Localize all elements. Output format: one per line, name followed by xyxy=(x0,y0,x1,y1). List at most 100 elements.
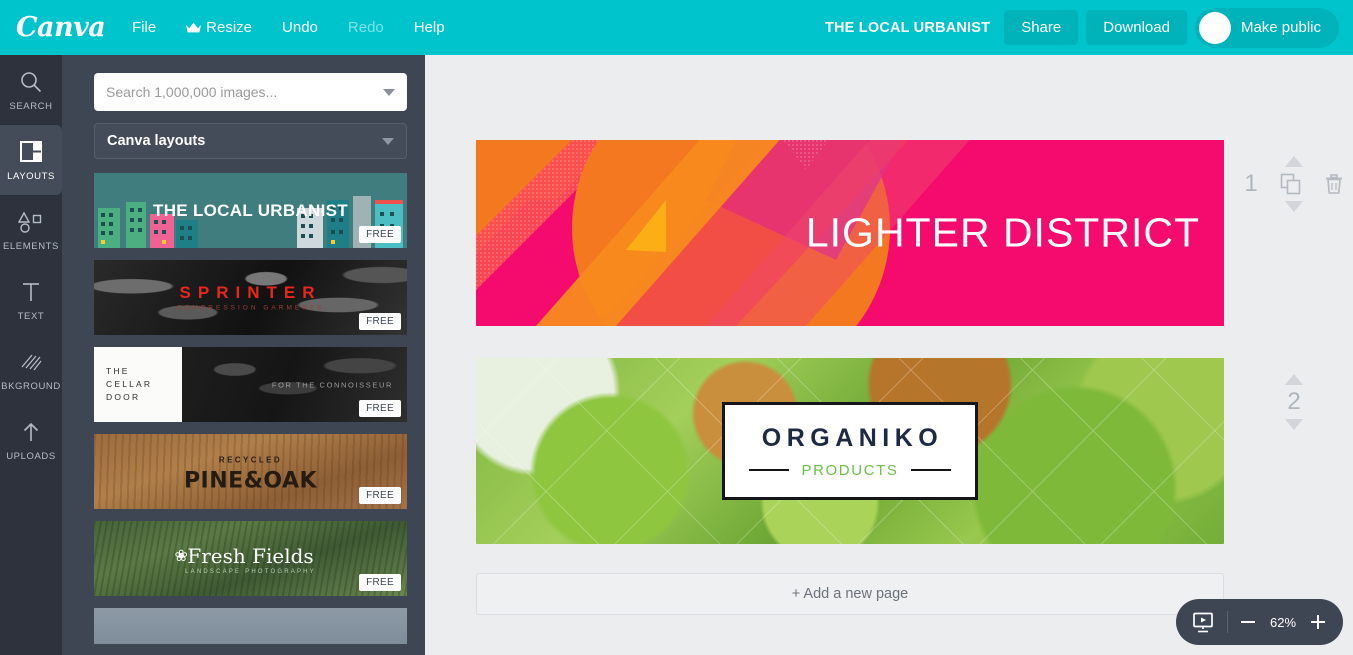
top-bar-right: THE LOCAL URBANIST Share Download Make p… xyxy=(825,7,1353,48)
sidebar-item-uploads[interactable]: UPLOADS xyxy=(0,405,62,475)
add-new-page-button[interactable]: + Add a new page xyxy=(476,573,1224,615)
thumbnail-title: SPRINTER xyxy=(179,283,322,302)
free-badge: FREE xyxy=(359,574,401,591)
thumbnail-title: Fresh Fields xyxy=(187,543,314,568)
layout-thumbnail-sprinter[interactable]: SPRINTER COMPRESSION GARMENTS FREE xyxy=(94,260,407,335)
page2-subtitle: PRODUCTS xyxy=(801,461,899,479)
toolbar-divider xyxy=(1227,611,1228,633)
sidebar-item-elements[interactable]: ELEMENTS xyxy=(0,195,62,265)
toggle-knob[interactable] xyxy=(1198,11,1231,44)
triangle-down-icon[interactable] xyxy=(1285,201,1303,212)
page-controls-2: 2 xyxy=(1233,369,1353,435)
menu-item-undo[interactable]: Undo xyxy=(270,12,330,43)
make-public-toggle[interactable]: Make public xyxy=(1194,7,1339,48)
canvas-area: LIGHTER DISTRICT 1 ORGANIKO PRODUCTS 2 +… xyxy=(425,55,1353,655)
thumbnail-title: THE LOCAL URBANIST xyxy=(153,200,348,220)
text-icon xyxy=(20,279,42,305)
elements-icon xyxy=(18,209,44,235)
layouts-panel: Canva layouts xyxy=(62,55,425,655)
sidebar-item-text[interactable]: TEXT xyxy=(0,265,62,335)
menu-item-label: Redo xyxy=(347,19,384,36)
thumbnail-title: PINE&OAK xyxy=(183,468,318,493)
page1-title[interactable]: LIGHTER DISTRICT xyxy=(806,210,1200,257)
sidebar-item-layouts[interactable]: LAYOUTS xyxy=(0,125,62,195)
page-number: 2 xyxy=(1287,388,1301,415)
menu-item-redo[interactable]: Redo xyxy=(336,12,396,43)
sidebar-item-label: ELEMENTS xyxy=(2,240,59,252)
sidebar-item-search[interactable]: SEARCH xyxy=(0,55,62,125)
minus-icon xyxy=(1241,621,1255,623)
category-section: Canva layouts xyxy=(62,111,425,159)
triangle-up-icon[interactable] xyxy=(1285,156,1303,167)
share-button[interactable]: Share xyxy=(1004,10,1079,45)
free-badge: FREE xyxy=(359,226,401,243)
sidebar-item-label: UPLOADS xyxy=(6,450,56,462)
uploads-icon xyxy=(20,419,42,445)
design-page-2[interactable]: ORGANIKO PRODUCTS xyxy=(476,358,1224,544)
menu-item-help[interactable]: Help xyxy=(402,12,457,43)
plus-icon xyxy=(1311,615,1325,629)
page2-title: ORGANIKO xyxy=(761,423,944,452)
presentation-icon[interactable] xyxy=(1192,612,1214,633)
tree-icon: ❀ xyxy=(174,547,188,565)
layout-category-select[interactable]: Canva layouts xyxy=(94,123,407,159)
canva-editor: Canva File Resize Undo Redo Help THE LOC… xyxy=(0,0,1353,655)
thumbnail-subtitle: FOR THE CONNOISSEUR xyxy=(271,380,393,389)
sidebar-item-label: LAYOUTS xyxy=(7,170,55,182)
search-section xyxy=(62,55,425,111)
trash-icon[interactable] xyxy=(1324,173,1344,195)
thumbnail-title: THE CELLAR DOOR xyxy=(106,365,153,403)
layout-thumbnail-fresh-fields[interactable]: ❀ Fresh Fields LANDSCAPE PHOTOGRAPHY FRE… xyxy=(94,521,407,596)
layout-thumbnail-recycled-pine-and-oak[interactable]: RECYCLED PINE&OAK FREE xyxy=(94,434,407,509)
document-title[interactable]: THE LOCAL URBANIST xyxy=(825,20,990,36)
page2-subtitle-row: PRODUCTS xyxy=(748,461,952,479)
design-page-1[interactable]: LIGHTER DISTRICT xyxy=(476,140,1224,326)
chevron-down-icon[interactable] xyxy=(382,137,394,145)
search-input[interactable] xyxy=(106,84,383,100)
search-icon xyxy=(20,69,42,95)
zoom-in-button[interactable] xyxy=(1311,615,1325,629)
sidebar-item-label: SEARCH xyxy=(9,100,53,112)
search-box[interactable] xyxy=(94,73,407,111)
download-button[interactable]: Download xyxy=(1086,10,1187,45)
layout-thumbnail-the-local-urbanist[interactable]: THE LOCAL URBANIST FREE xyxy=(94,173,407,248)
rule-left xyxy=(748,469,789,471)
sidebar-item-background[interactable]: BKGROUND xyxy=(0,335,62,405)
layout-thumbnail-partial[interactable] xyxy=(94,608,407,644)
zoom-toolbar: 62% xyxy=(1176,599,1343,645)
menu-item-label: File xyxy=(132,19,157,36)
make-public-label: Make public xyxy=(1240,19,1321,36)
free-badge: FREE xyxy=(359,487,401,504)
chevron-down-icon[interactable] xyxy=(383,88,395,96)
thumbnail-subtitle: COMPRESSION GARMENTS xyxy=(176,304,325,312)
page-controls-row: 2 xyxy=(1233,390,1353,414)
panel-bottom-strip xyxy=(0,645,425,655)
left-rail: SEARCH LAYOUTS ELEMENTS TEXT BKGROUND UP… xyxy=(0,55,62,655)
layout-thumbnail-list: THE LOCAL URBANIST FREE SPRINTER COMPRES… xyxy=(62,159,425,644)
thumbnail-subtitle: RECYCLED xyxy=(218,455,283,464)
zoom-out-button[interactable] xyxy=(1241,621,1255,623)
copy-icon[interactable] xyxy=(1280,173,1302,195)
page-controls-row: 1 xyxy=(1233,172,1353,196)
menu-item-file[interactable]: File xyxy=(120,12,168,43)
thumbnail-subtitle: LANDSCAPE PHOTOGRAPHY xyxy=(185,569,316,575)
sidebar-item-label: BKGROUND xyxy=(1,380,61,392)
layout-thumbnail-the-cellar-door[interactable]: THE CELLAR DOOR FOR THE CONNOISSEUR FREE xyxy=(94,347,407,422)
menu-item-resize[interactable]: Resize xyxy=(174,12,264,43)
free-badge: FREE xyxy=(359,400,401,417)
background-icon xyxy=(20,349,42,375)
zoom-level[interactable]: 62% xyxy=(1268,615,1298,630)
menu-item-label: Help xyxy=(413,19,445,36)
menu-item-label: Resize xyxy=(206,19,253,36)
canva-logo[interactable]: Canva xyxy=(16,12,106,43)
page-controls-1: 1 xyxy=(1233,151,1353,217)
main-menu: File Resize Undo Redo Help xyxy=(120,12,457,43)
free-badge: FREE xyxy=(359,313,401,330)
crown-icon xyxy=(186,22,202,33)
page-number: 1 xyxy=(1244,170,1258,197)
layout-category-value: Canva layouts xyxy=(107,133,206,149)
triangle-down-icon[interactable] xyxy=(1285,419,1303,430)
organiko-logo-card[interactable]: ORGANIKO PRODUCTS xyxy=(722,402,978,500)
triangle-up-icon[interactable] xyxy=(1285,374,1303,385)
layouts-icon xyxy=(20,139,42,165)
